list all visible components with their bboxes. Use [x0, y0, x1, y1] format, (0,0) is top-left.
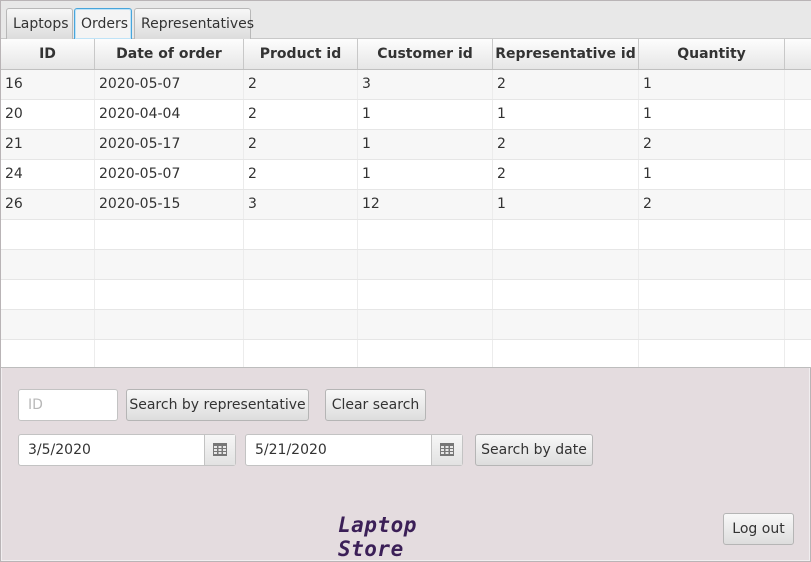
column-header-id[interactable]: ID: [1, 39, 95, 69]
column-header-customer-id[interactable]: Customer id: [358, 39, 493, 69]
cell-customer-id: 1: [358, 100, 493, 129]
cell-representative-id: 2: [493, 130, 639, 159]
column-header-representative-id[interactable]: Representative id: [493, 39, 639, 69]
column-header-product-id[interactable]: Product id: [244, 39, 358, 69]
column-header-filler: [785, 39, 811, 69]
calendar-icon[interactable]: [204, 435, 235, 465]
cell-id: 20: [1, 100, 95, 129]
cell-id: 24: [1, 160, 95, 189]
cell-representative-id: 1: [493, 100, 639, 129]
column-header-quantity[interactable]: Quantity: [639, 39, 785, 69]
empty-table-row: [1, 280, 811, 310]
tab-representatives[interactable]: Representatives: [134, 8, 254, 39]
empty-table-row: [1, 310, 811, 340]
cell-quantity: 1: [639, 70, 785, 99]
tab-bar: Laptops Orders Representatives: [1, 1, 811, 39]
cell-representative-id: 1: [493, 190, 639, 219]
cell-id: 16: [1, 70, 95, 99]
table-row[interactable]: 26 2020-05-15 3 12 1 2: [1, 190, 811, 220]
empty-table-row: [1, 340, 811, 367]
table-row[interactable]: 16 2020-05-07 2 3 2 1: [1, 70, 811, 100]
cell-representative-id: 2: [493, 160, 639, 189]
tab-orders[interactable]: Orders: [74, 8, 132, 39]
id-search-input[interactable]: ID: [18, 389, 118, 421]
cell-date: 2020-04-04: [95, 100, 244, 129]
calendar-icon[interactable]: [431, 435, 462, 465]
cell-date: 2020-05-07: [95, 160, 244, 189]
orders-table[interactable]: ID Date of order Product id Customer id …: [1, 39, 811, 368]
cell-customer-id: 1: [358, 130, 493, 159]
empty-table-row: [1, 250, 811, 280]
table-row[interactable]: 21 2020-05-17 2 1 2 2: [1, 130, 811, 160]
cell-date: 2020-05-17: [95, 130, 244, 159]
cell-product-id: 2: [244, 160, 358, 189]
app-window: Laptops Orders Representatives ID Date o…: [0, 0, 811, 562]
date-from-picker[interactable]: 3/5/2020: [18, 434, 236, 466]
empty-table-row: [1, 220, 811, 250]
tab-laptops[interactable]: Laptops: [6, 8, 73, 39]
cell-product-id: 2: [244, 130, 358, 159]
table-row[interactable]: 20 2020-04-04 2 1 1 1: [1, 100, 811, 130]
cell-id: 26: [1, 190, 95, 219]
app-brand-title: Laptop Store: [338, 513, 417, 561]
table-row[interactable]: 24 2020-05-07 2 1 2 1: [1, 160, 811, 190]
cell-quantity: 2: [639, 190, 785, 219]
column-header-date[interactable]: Date of order: [95, 39, 244, 69]
date-from-value[interactable]: 3/5/2020: [19, 435, 91, 465]
table-header: ID Date of order Product id Customer id …: [1, 39, 811, 70]
cell-customer-id: 1: [358, 160, 493, 189]
search-by-representative-button[interactable]: Search by representative: [126, 389, 309, 421]
cell-quantity: 1: [639, 100, 785, 129]
cell-representative-id: 2: [493, 70, 639, 99]
cell-customer-id: 12: [358, 190, 493, 219]
search-by-date-button[interactable]: Search by date: [475, 434, 593, 466]
cell-date: 2020-05-15: [95, 190, 244, 219]
logout-button[interactable]: Log out: [723, 513, 794, 545]
cell-quantity: 1: [639, 160, 785, 189]
cell-product-id: 3: [244, 190, 358, 219]
clear-search-button[interactable]: Clear search: [325, 389, 426, 421]
cell-date: 2020-05-07: [95, 70, 244, 99]
cell-product-id: 2: [244, 70, 358, 99]
cell-product-id: 2: [244, 100, 358, 129]
date-to-picker[interactable]: 5/21/2020: [245, 434, 463, 466]
date-to-value[interactable]: 5/21/2020: [246, 435, 327, 465]
cell-id: 21: [1, 130, 95, 159]
cell-quantity: 2: [639, 130, 785, 159]
cell-customer-id: 3: [358, 70, 493, 99]
